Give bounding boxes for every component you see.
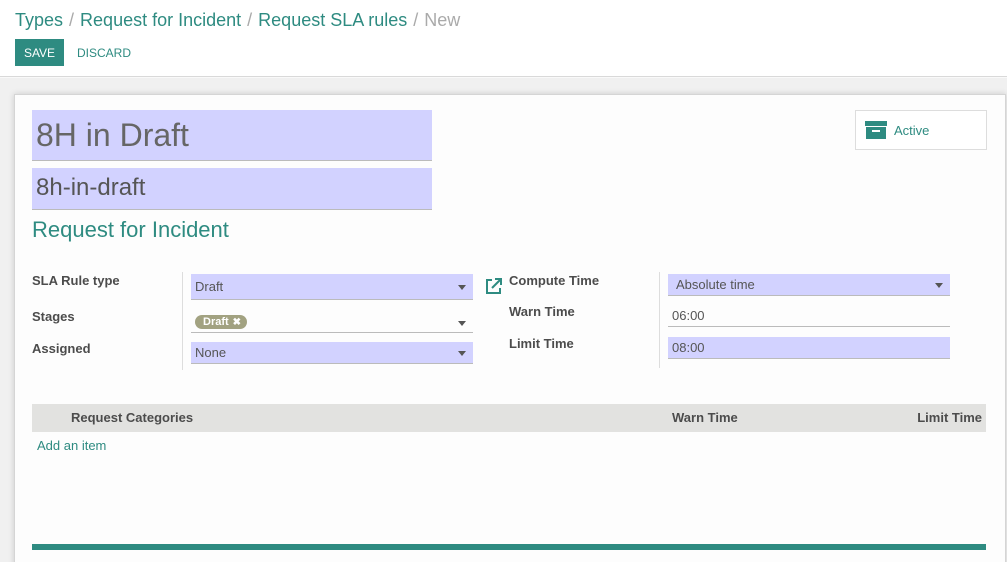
limit-time-input[interactable]: 08:00: [668, 337, 950, 359]
breadcrumb-separator: /: [247, 10, 253, 30]
warn-time-label: Warn Time: [509, 304, 575, 319]
sla-rule-type-value: Draft: [195, 279, 224, 294]
table-footer-bar: [32, 544, 986, 550]
external-link-icon[interactable]: [484, 277, 503, 296]
active-label: Active: [894, 122, 930, 138]
sla-rule-type-label: SLA Rule type: [32, 273, 120, 288]
add-item-link[interactable]: Add an item: [37, 438, 106, 453]
breadcrumb-item-types[interactable]: Types: [15, 10, 63, 30]
breadcrumb-separator: /: [69, 10, 75, 30]
limit-time-label: Limit Time: [509, 336, 574, 351]
close-icon[interactable]: ✖: [233, 317, 241, 328]
breadcrumb: Types / Request for Incident / Request SLA r…: [15, 10, 460, 31]
control-panel: Types / Request for Incident / Request SLA r…: [0, 0, 1007, 77]
column-header-limit-time[interactable]: Limit Time: [917, 410, 982, 425]
code-field[interactable]: 8h-in-draft: [32, 168, 432, 210]
limit-time-value: 08:00: [672, 340, 705, 355]
form-sheet: [14, 94, 1006, 562]
save-button[interactable]: SAVE: [15, 39, 64, 66]
breadcrumb-item-request-sla-rules[interactable]: Request SLA rules: [258, 10, 407, 30]
field-separator: [182, 272, 183, 370]
name-field[interactable]: 8H in Draft: [32, 110, 432, 161]
stages-label: Stages: [32, 309, 75, 324]
compute-time-label: Compute Time: [509, 273, 600, 288]
request-type-link[interactable]: Request for Incident: [32, 217, 229, 243]
discard-button[interactable]: DISCARD: [77, 39, 131, 66]
breadcrumb-item-request-for-incident[interactable]: Request for Incident: [80, 10, 241, 30]
assigned-select[interactable]: None: [191, 342, 473, 364]
chevron-down-icon: [935, 282, 943, 288]
chevron-down-icon: [458, 350, 466, 356]
compute-time-select[interactable]: Absolute time: [668, 274, 950, 296]
stage-tag: Draft ✖: [195, 315, 248, 329]
archive-icon: [865, 121, 887, 139]
stage-tag-label: Draft: [203, 316, 229, 328]
chevron-down-icon: [458, 321, 466, 326]
column-header-warn-time[interactable]: Warn Time: [672, 410, 738, 425]
sla-rule-type-select[interactable]: Draft: [191, 274, 473, 300]
categories-table-header: Request Categories Warn Time Limit Time: [32, 404, 986, 432]
warn-time-input[interactable]: 06:00: [668, 305, 950, 327]
chevron-down-icon: [458, 284, 466, 290]
breadcrumb-separator: /: [413, 10, 419, 30]
field-separator: [659, 272, 660, 368]
compute-time-value: Absolute time: [676, 277, 755, 292]
column-header-request-categories[interactable]: Request Categories: [71, 410, 193, 425]
breadcrumb-current: New: [424, 10, 461, 30]
assigned-label: Assigned: [32, 341, 91, 356]
active-toggle-button[interactable]: Active: [855, 110, 987, 150]
assigned-value: None: [195, 345, 227, 360]
